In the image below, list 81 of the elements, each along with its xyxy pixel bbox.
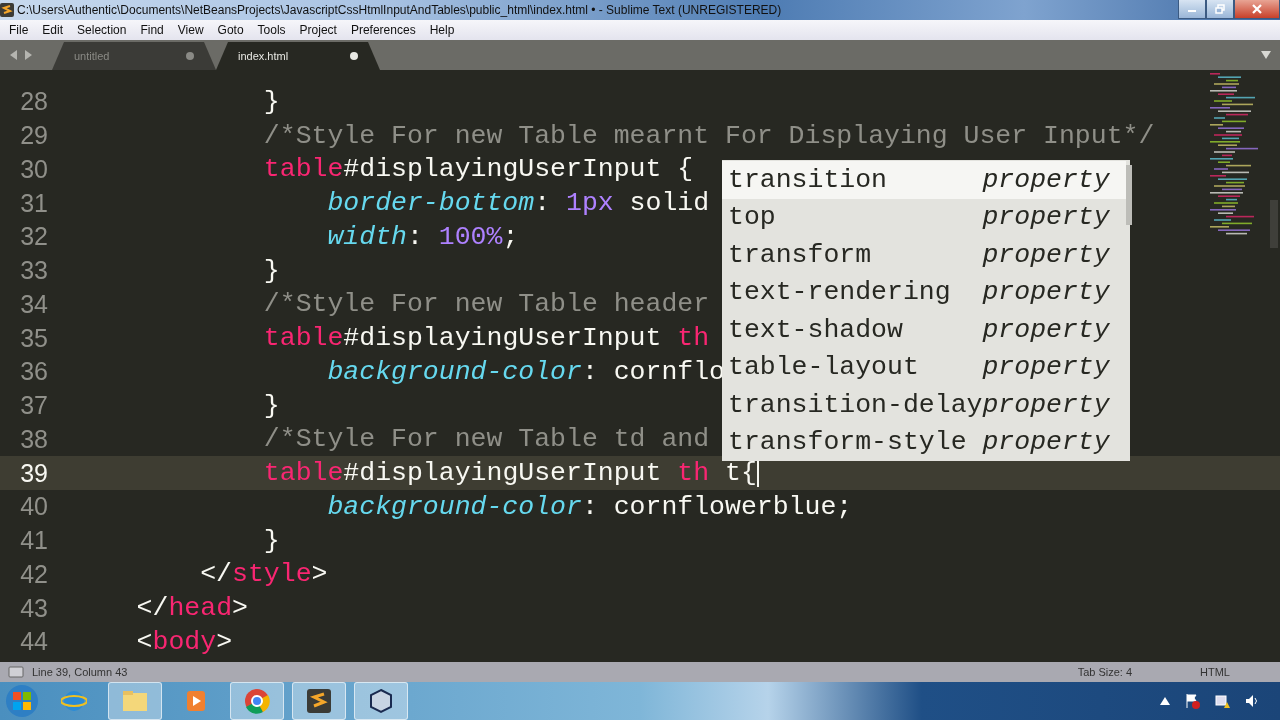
line-number: 32 — [19, 222, 48, 252]
code-line: </style> — [199, 559, 328, 590]
line-number: 43 — [19, 593, 48, 623]
line-number: 42 — [19, 559, 48, 589]
menu-item[interactable]: Help — [422, 23, 462, 37]
chrome-icon — [244, 688, 270, 714]
code-line: table#displayingUserInput th t{ — [262, 458, 757, 489]
taskbar-button[interactable] — [292, 682, 346, 720]
code-line: /*Style For new Table mearnt For Displaying User Input*/ — [262, 120, 1155, 151]
line-number: 28 — [19, 87, 48, 117]
autocomplete-item[interactable]: transition property — [722, 161, 1126, 199]
line-number: 41 — [19, 526, 48, 556]
code-line: </head> — [135, 593, 248, 624]
next-arrow-icon[interactable] — [24, 50, 32, 60]
code-line: } — [262, 390, 280, 421]
network-icon[interactable] — [1214, 693, 1230, 709]
line-number: 40 — [19, 492, 48, 522]
cube-icon — [368, 688, 394, 714]
app-logo-icon — [0, 3, 14, 17]
sublime-icon — [306, 688, 332, 714]
code-line: } — [262, 86, 280, 117]
window-title: C:\Users\Authentic\Documents\NetBeansProjects\JavascriptCssHtmlInputAndTables\public_html\index.html • - Sublime Text (UNREGISTERED) — [17, 3, 783, 17]
line-number: 33 — [19, 256, 48, 286]
code-line: border-bottom: 1px solid — [326, 188, 710, 219]
line-number: 39 — [19, 458, 48, 488]
cursor-position: Line 39, Column 43 — [32, 666, 129, 678]
code-line: table#displayingUserInput th — [262, 323, 710, 354]
popup-scrollbar[interactable] — [1125, 165, 1132, 225]
restore-icon — [1215, 4, 1225, 14]
menu-item[interactable]: Selection — [70, 23, 134, 37]
code-line: } — [262, 525, 280, 556]
flag-icon[interactable] — [1184, 693, 1200, 709]
autocomplete-item[interactable]: transition-delayproperty — [722, 386, 1126, 424]
line-number: 44 — [19, 627, 48, 657]
code-line: <body> — [135, 626, 233, 657]
line-number: 36 — [19, 357, 48, 387]
syntax-mode[interactable]: HTML — [1200, 666, 1230, 678]
tab-size[interactable]: Tab Size: 4 — [1077, 666, 1133, 678]
autocomplete-item[interactable]: text-rendering property — [722, 273, 1126, 311]
menu-item[interactable]: Edit — [35, 23, 71, 37]
line-number: 31 — [19, 188, 48, 218]
code-line: /*Style For new Table header — [262, 289, 710, 320]
menu-item[interactable]: Tools — [250, 23, 293, 37]
line-number: 35 — [19, 323, 48, 353]
folder-icon — [122, 688, 148, 714]
autocomplete-item[interactable]: text-shadow property — [722, 311, 1126, 349]
menu-item[interactable]: Project — [292, 23, 344, 37]
menu-item[interactable]: File — [2, 23, 36, 37]
menu-item[interactable]: View — [170, 23, 211, 37]
panel-toggle-icon[interactable] — [8, 666, 24, 678]
menu-item[interactable]: Goto — [210, 23, 251, 37]
code-line: background-color: cornflo — [326, 356, 725, 387]
line-number: 34 — [19, 289, 48, 319]
code-line: /*Style For new Table td and — [262, 424, 710, 455]
taskbar-button[interactable] — [354, 682, 408, 720]
minimize-button[interactable] — [1178, 0, 1206, 19]
code-line: table#displayingUserInput { — [262, 154, 694, 185]
text-cursor — [756, 459, 759, 488]
line-number: 29 — [19, 121, 48, 151]
menu-item[interactable]: Find — [133, 23, 171, 37]
close-icon — [1251, 4, 1263, 14]
code-line: } — [262, 255, 280, 286]
browser-icon — [61, 688, 87, 714]
previous-arrow-icon[interactable] — [10, 50, 18, 60]
start-button[interactable] — [4, 683, 40, 719]
code-line: width: 100%; — [326, 221, 519, 252]
close-button[interactable] — [1234, 0, 1280, 19]
code-line: background-color: cornflowerblue; — [326, 491, 853, 522]
autocomplete-item[interactable]: transform-style property — [722, 423, 1126, 461]
line-number: 30 — [19, 154, 48, 184]
restore-button[interactable] — [1206, 0, 1234, 19]
menu-item[interactable]: Preferences — [343, 23, 423, 37]
dropdown-arrow-icon[interactable] — [1261, 51, 1271, 59]
autocomplete-item[interactable]: top property — [722, 198, 1126, 236]
line-number: 38 — [19, 424, 48, 454]
show-hidden-icon[interactable] — [1160, 697, 1170, 705]
file-tab[interactable]: index.html — [216, 42, 380, 70]
volume-icon[interactable] — [1244, 693, 1260, 709]
autocomplete-item[interactable]: transform property — [722, 236, 1126, 274]
line-number: 37 — [19, 391, 48, 421]
autocomplete-item[interactable]: table-layout property — [722, 348, 1126, 386]
